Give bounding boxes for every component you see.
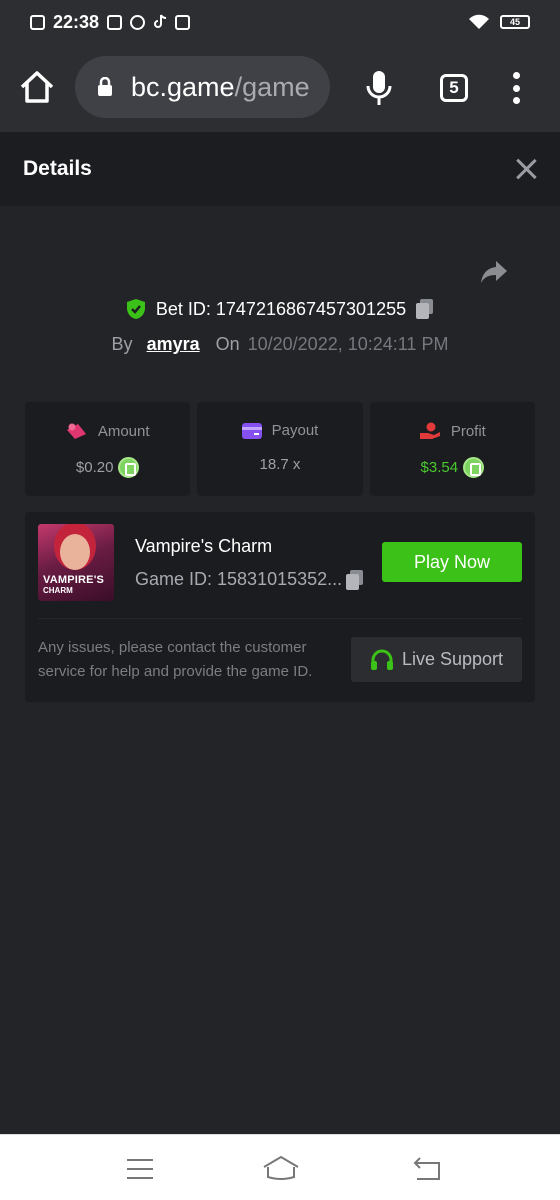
- telegram-icon: [130, 14, 146, 30]
- bet-datetime: 10/20/2022, 10:24:11 PM: [247, 334, 449, 354]
- copy-bet-id-icon[interactable]: [416, 299, 434, 319]
- play-now-button[interactable]: Play Now: [382, 542, 522, 582]
- nav-home-icon[interactable]: [262, 1155, 300, 1181]
- live-support-button[interactable]: Live Support: [351, 637, 522, 682]
- page-title: Details: [23, 157, 92, 180]
- bet-id-row: Bet ID: 1747216867457301255: [0, 298, 560, 320]
- status-bar: 22:38 45: [0, 0, 560, 44]
- game-thumbnail[interactable]: VAMPIRE'S CHARM: [38, 524, 114, 601]
- stat-payout: Payout 18.7 x: [197, 402, 363, 496]
- verified-shield-icon: [126, 299, 145, 319]
- payout-value: 18.7 x: [259, 456, 301, 473]
- bet-meta: By amyra On 10/20/2022, 10:24:11 PM: [0, 334, 560, 355]
- battery-icon: 45: [500, 15, 530, 29]
- back-icon[interactable]: [412, 1157, 442, 1181]
- stat-label: Payout: [271, 422, 319, 439]
- lock-icon: [98, 77, 112, 96]
- cash-icon: [66, 423, 86, 439]
- stat-amount: Amount $0.20: [25, 402, 191, 496]
- share-icon[interactable]: [480, 260, 508, 284]
- message-icon: [107, 14, 123, 30]
- details-header: Details: [0, 132, 560, 206]
- profit-value: $3.54: [420, 459, 459, 476]
- divider: [38, 618, 522, 619]
- hand-coin-icon: [419, 422, 440, 439]
- system-nav-bar: [0, 1134, 560, 1200]
- coin-icon: [118, 457, 140, 478]
- live-support-label: Live Support: [401, 649, 504, 669]
- url-domain: bc.game: [131, 71, 235, 102]
- microphone-icon[interactable]: [366, 70, 392, 106]
- wallet-icon: [241, 422, 262, 439]
- copy-game-id-icon[interactable]: [346, 569, 364, 590]
- wifi-icon: [469, 14, 489, 29]
- game-id: Game ID: 15831015352...: [135, 569, 343, 589]
- recent-apps-icon[interactable]: [127, 1159, 153, 1179]
- mail-icon: [175, 14, 191, 30]
- tiktok-icon: [154, 14, 167, 28]
- sim-icon: [30, 14, 45, 30]
- user-link[interactable]: amyra: [147, 334, 200, 355]
- by-label: By: [111, 334, 133, 354]
- home-icon[interactable]: [18, 68, 56, 106]
- status-time: 22:38: [53, 11, 100, 32]
- game-card: VAMPIRE'S CHARM Vampire's Charm Game ID:…: [25, 512, 535, 702]
- stat-label: Profit: [450, 422, 486, 440]
- more-menu-icon[interactable]: [510, 72, 522, 104]
- coin-icon: [463, 457, 485, 478]
- amount-value: $0.20: [75, 459, 114, 476]
- bet-stats: Amount $0.20 Payout 18.7 x Profit $3.54: [25, 402, 535, 496]
- on-label: On: [215, 334, 240, 354]
- bet-id: Bet ID: 1747216867457301255: [155, 298, 407, 319]
- url-path: /game: [234, 71, 310, 102]
- close-icon[interactable]: [515, 158, 537, 180]
- tab-switcher-button[interactable]: 5: [440, 74, 468, 102]
- stat-profit: Profit $3.54: [369, 402, 535, 496]
- battery-level: 45: [509, 17, 520, 27]
- support-note: Any issues, please contact the customer …: [38, 639, 313, 680]
- headset-icon: [370, 649, 393, 670]
- browser-toolbar: bc.game/game 5: [0, 44, 560, 132]
- address-bar[interactable]: bc.game/game: [75, 56, 330, 118]
- thumbnail-subtitle: CHARM: [43, 586, 73, 595]
- tab-count: 5: [449, 78, 459, 97]
- thumbnail-title: VAMPIRE'S: [43, 574, 105, 586]
- stat-label: Amount: [97, 422, 150, 440]
- game-name: Vampire's Charm: [135, 536, 273, 556]
- url-text: bc.game/game: [131, 72, 310, 103]
